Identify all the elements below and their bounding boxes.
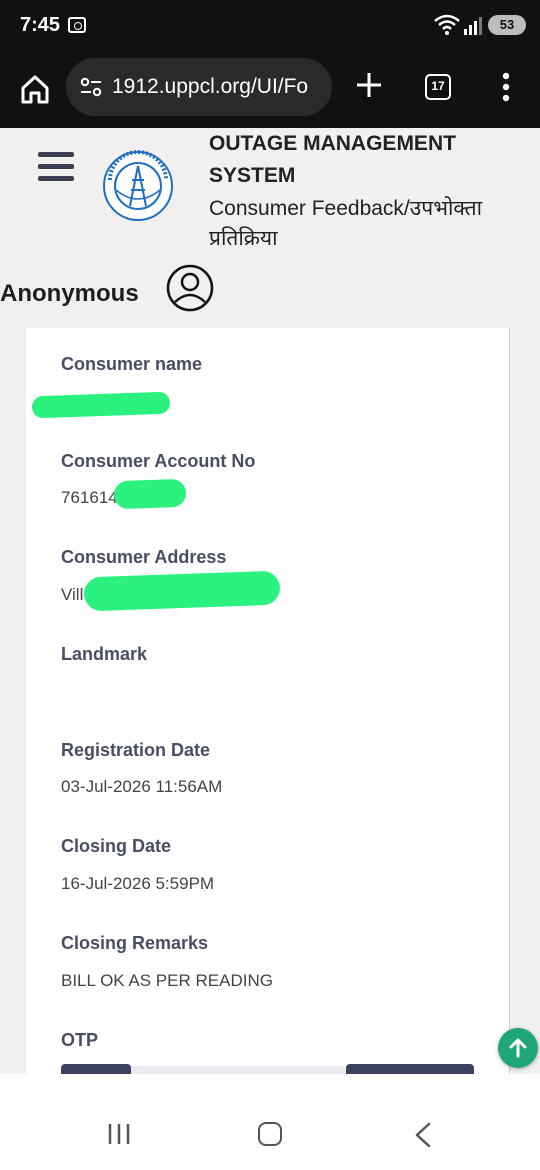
wifi-icon [434,14,460,35]
home-icon[interactable] [18,72,52,106]
url-text: 1912.uppcl.org/UI/Fo [112,75,309,98]
address-bar[interactable]: 1912.uppcl.org/UI/Fo [66,58,332,116]
consumer-name-label: Consumer name [61,354,203,374]
signal-icon [464,17,482,35]
site-settings-icon[interactable] [80,77,102,97]
more-options-icon[interactable] [496,72,516,102]
closing-remarks-value: BILL OK AS PER READING [61,971,273,990]
registration-date-value: 03-Jul-2026 11:56AM [61,777,223,796]
otp-input[interactable] [131,1066,345,1074]
address-label: Consumer Address [61,547,227,567]
otp-submit-button[interactable] [346,1064,474,1074]
page-title-line2: SYSTEM [209,164,296,187]
scroll-to-top-button[interactable] [498,1028,538,1068]
hamburger-menu-icon[interactable] [38,152,74,182]
user-name: Anonymous [0,280,139,307]
redaction-mark [31,391,171,419]
app-header: OUTAGE MANAGEMENT SYSTEM Consumer Feedba… [0,128,540,328]
tab-switcher-button[interactable]: 17 [425,74,451,100]
closing-date-label: Closing Date [61,836,172,856]
status-time: 7:45 [20,14,61,36]
redaction-mark [83,570,281,612]
status-bar: 7:45 53 [0,0,540,52]
redaction-mark [113,478,187,510]
battery-indicator: 53 [488,15,526,35]
address-value: Vill [61,585,84,604]
closing-date-value: 16-Jul-2026 5:59PM [61,874,215,893]
arrow-up-icon [509,1038,527,1058]
landmark-label: Landmark [61,644,148,664]
page-subtitle: Consumer Feedback/उपभोक्ता प्रतिक्रिया [209,197,483,250]
account-no-value: 761614 [61,488,118,507]
back-icon[interactable] [412,1122,434,1148]
recent-apps-icon[interactable] [106,1122,132,1146]
otp-label: OTP [61,1030,99,1050]
feedback-details-card: Consumer name Consumer Account No 761614… [26,328,510,1074]
browser-toolbar: 1912.uppcl.org/UI/Fo 17 [0,52,540,128]
registration-date-label: Registration Date [61,740,211,760]
otp-prefix-button[interactable] [61,1064,131,1074]
account-no-label: Consumer Account No [61,451,256,471]
system-navigation-bar [0,1074,540,1170]
closing-remarks-label: Closing Remarks [61,933,209,953]
page-title: OUTAGE MANAGEMENT [209,132,456,155]
new-tab-icon[interactable] [352,68,386,102]
user-avatar-icon[interactable] [166,264,214,312]
uppcl-logo [103,150,173,221]
screen-record-icon [68,17,86,33]
home-nav-icon[interactable] [258,1122,282,1146]
